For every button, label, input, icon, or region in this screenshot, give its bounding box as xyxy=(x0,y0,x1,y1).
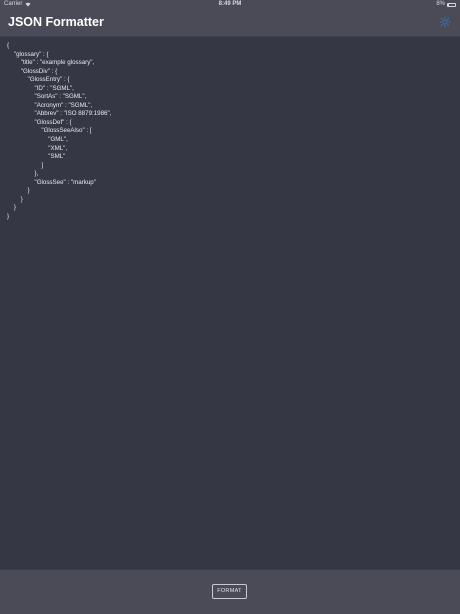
battery-icon xyxy=(447,2,456,7)
sun-icon[interactable] xyxy=(439,16,451,28)
format-button[interactable]: FORMAT xyxy=(212,584,247,599)
json-text-content[interactable]: { "glossary" : { "title" : "example glos… xyxy=(7,42,111,221)
battery-level xyxy=(448,3,449,6)
bottom-toolbar: FORMAT xyxy=(0,569,460,614)
status-bar: Carrier 8:49 PM 8% xyxy=(0,0,460,9)
navigation-bar: JSON Formatter xyxy=(0,9,460,37)
json-editor[interactable]: { "glossary" : { "title" : "example glos… xyxy=(0,37,460,569)
status-time: 8:49 PM xyxy=(218,1,242,7)
page-title: JSON Formatter xyxy=(8,15,104,29)
app-window: Carrier 8:49 PM 8% JSON Formatter {"glo… xyxy=(0,0,460,614)
battery-percent: 8% xyxy=(436,1,445,7)
status-right: 8% xyxy=(436,0,456,9)
